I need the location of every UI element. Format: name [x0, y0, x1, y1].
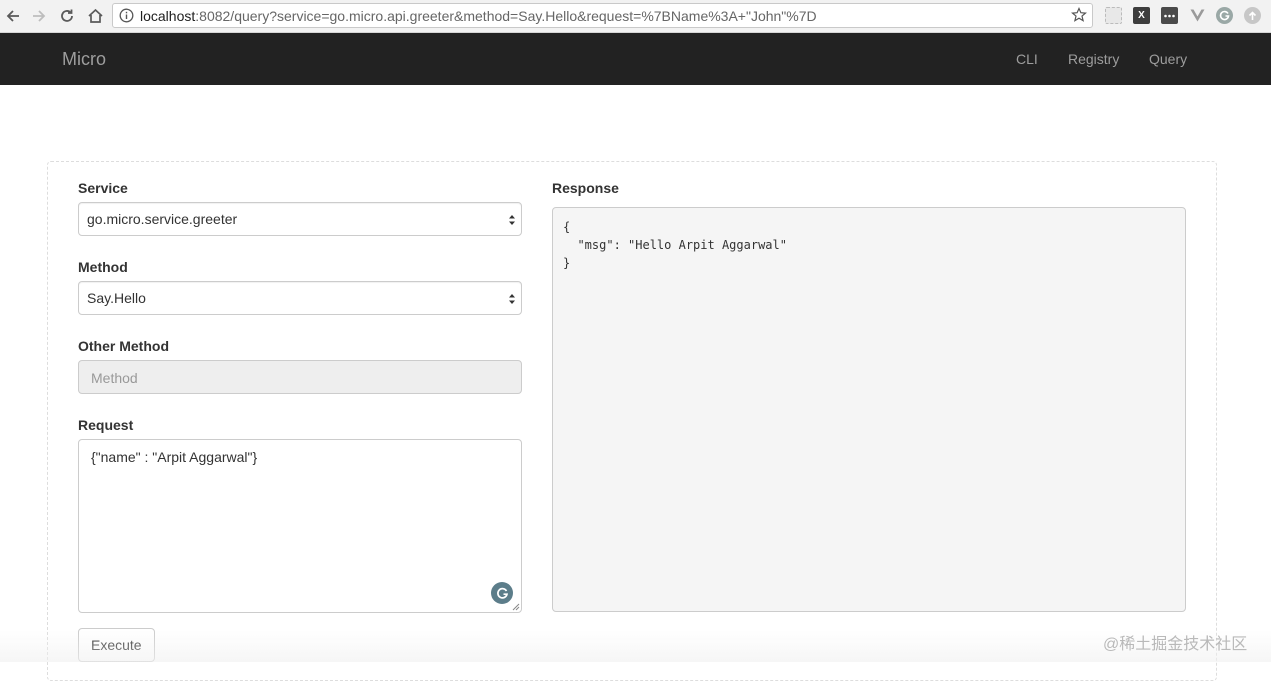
home-icon[interactable] [83, 4, 107, 28]
service-select[interactable]: go.micro.service.greeter [78, 202, 522, 236]
extension-dots-icon[interactable] [1161, 7, 1178, 24]
resize-handle-icon[interactable] [512, 603, 520, 611]
bookmark-star-icon[interactable] [1071, 7, 1087, 23]
service-select-value: go.micro.service.greeter [87, 211, 238, 227]
select-arrows-icon [509, 215, 515, 225]
url-text: localhost:8082/query?service=go.micro.ap… [140, 8, 817, 24]
execute-button[interactable]: Execute [78, 628, 155, 662]
response-label: Response [552, 180, 619, 196]
info-icon[interactable] [119, 8, 134, 23]
nav-query-link[interactable]: Query [1149, 51, 1187, 67]
response-body: { "msg": "Hello Arpit Aggarwal" } [563, 220, 787, 270]
app-navbar: Micro CLI Registry Query [0, 33, 1271, 85]
extension-vue-icon[interactable] [1189, 7, 1206, 24]
response-box: { "msg": "Hello Arpit Aggarwal" } [552, 207, 1186, 612]
extension-grammarly-icon[interactable] [1216, 7, 1233, 24]
request-label: Request [78, 417, 134, 433]
other-method-placeholder: Method [91, 370, 138, 386]
method-label: Method [78, 259, 128, 275]
service-label: Service [78, 180, 128, 196]
extension-upload-icon[interactable] [1244, 7, 1261, 24]
nav-cli-link[interactable]: CLI [1016, 51, 1038, 67]
method-select[interactable]: Say.Hello [78, 281, 522, 315]
reload-icon[interactable] [55, 4, 79, 28]
grammarly-icon[interactable] [491, 582, 513, 604]
address-bar[interactable]: localhost:8082/query?service=go.micro.ap… [112, 3, 1093, 28]
watermark-text: @稀土掘金技术社区 [1103, 636, 1248, 653]
nav-registry-link[interactable]: Registry [1068, 51, 1119, 67]
extension-x-icon[interactable]: X [1133, 7, 1150, 24]
back-icon[interactable] [1, 4, 25, 28]
extension-placeholder-icon[interactable] [1105, 7, 1122, 24]
other-method-input[interactable]: Method [78, 360, 522, 394]
browser-toolbar: localhost:8082/query?service=go.micro.ap… [0, 0, 1271, 33]
method-select-value: Say.Hello [87, 290, 146, 306]
brand-link[interactable]: Micro [62, 49, 106, 69]
request-textarea[interactable]: {"name" : "Arpit Aggarwal"} [78, 439, 522, 613]
forward-icon[interactable] [27, 4, 51, 28]
other-method-label: Other Method [78, 338, 169, 354]
select-arrows-icon [509, 294, 515, 304]
request-textarea-value: {"name" : "Arpit Aggarwal"} [91, 449, 258, 465]
